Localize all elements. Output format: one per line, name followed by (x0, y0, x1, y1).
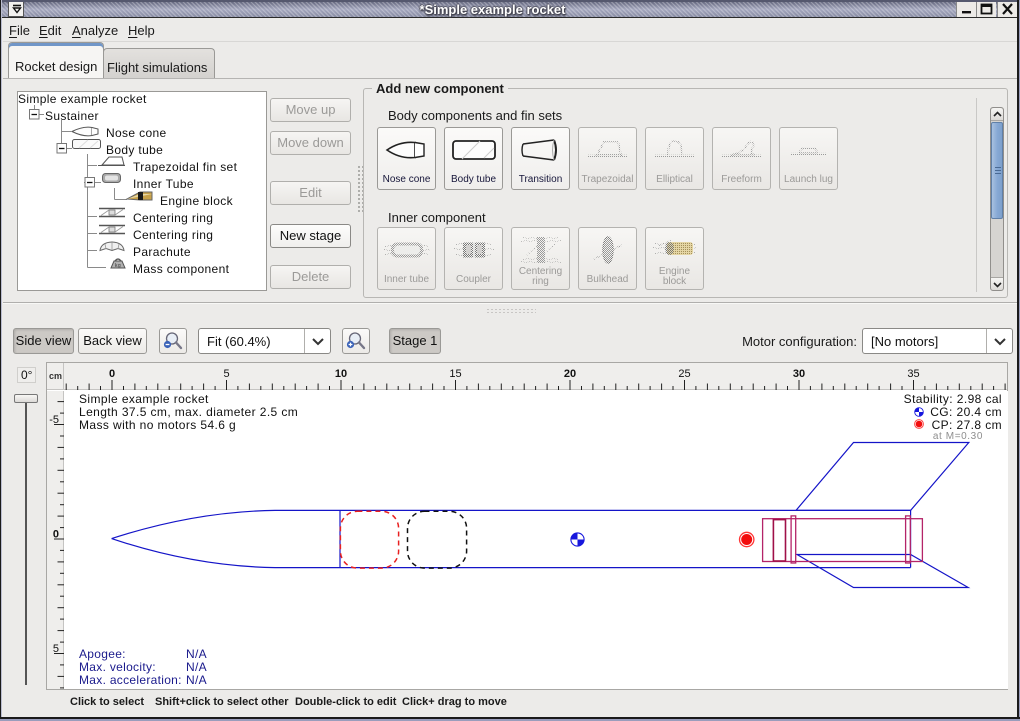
svg-text:5: 5 (223, 368, 229, 380)
svg-text:10: 10 (335, 368, 347, 380)
svg-text:25: 25 (678, 368, 690, 380)
svg-text:35: 35 (907, 368, 919, 380)
svg-text:0: 0 (53, 529, 59, 541)
svg-text:0: 0 (109, 368, 115, 380)
svg-text:15: 15 (449, 368, 461, 380)
svg-text:20: 20 (564, 368, 576, 380)
svg-text:30: 30 (793, 368, 805, 380)
svg-text:5: 5 (53, 643, 59, 655)
svg-text:kg: kg (115, 263, 121, 269)
svg-text:-5: -5 (49, 414, 59, 426)
